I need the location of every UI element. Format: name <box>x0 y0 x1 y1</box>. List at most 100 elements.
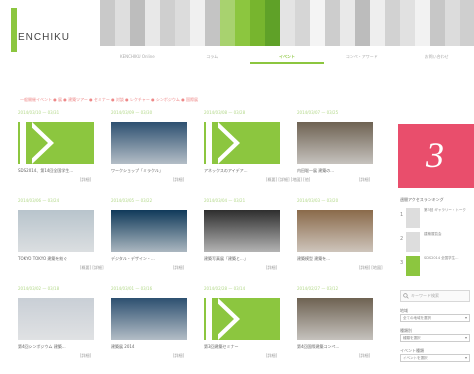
nav-item-3[interactable]: コンペ・アワード <box>324 50 399 64</box>
ranking-item[interactable]: 2 建築展覧会 <box>400 232 472 254</box>
header-stripe <box>310 0 325 46</box>
event-title[interactable]: 建築模型 建築を... <box>297 256 357 262</box>
event-title[interactable]: 建築展 2014 <box>111 344 171 350</box>
k-logo-shape <box>26 122 48 164</box>
site-logo[interactable]: ENCHIKU <box>4 2 99 52</box>
header-stripe <box>265 0 280 46</box>
event-detail-link[interactable]: [詳細] <box>80 353 91 359</box>
event-detail-link[interactable]: [詳細] <box>359 353 370 359</box>
category-filter-text[interactable]: 一般開催イベント ● 展 ● 建築ツアー ● セミナー ● 対談 ● レクチャー… <box>20 96 198 104</box>
event-title[interactable]: ワークショップ「ミラクル」 <box>111 168 171 174</box>
event-date: 2014/03/04 — 03/21 <box>204 198 246 203</box>
filter-select[interactable]: 種類を選択 <box>400 334 470 342</box>
badge-number: 3 <box>426 135 444 175</box>
event-thumbnail[interactable] <box>18 210 94 252</box>
nav-item-0[interactable]: KENCHIKU Online <box>100 50 175 64</box>
category-filter-bar[interactable]: 一般開催イベント ● 展 ● 建築ツアー ● セミナー ● 対談 ● レクチャー… <box>20 96 380 104</box>
nav-item-1[interactable]: コラム <box>175 50 250 64</box>
filter-select[interactable]: イベントを選択 <box>400 354 470 362</box>
promo-badge[interactable]: 3 <box>398 124 474 188</box>
logo-text: ENCHIKU <box>18 32 71 43</box>
event-card[interactable]: 2014/03/04 — 03/21 建築写真展「建築と...」 [詳細] <box>204 198 294 278</box>
ranking-thumbnail[interactable] <box>406 256 420 276</box>
event-date: 2014/03/07 — 03/25 <box>297 110 339 115</box>
event-detail-link[interactable]: [詳細] <box>173 353 184 359</box>
ranking-title[interactable]: 第3回 ギャラリー・トーク <box>424 208 470 213</box>
search-placeholder: キーワード検索 <box>411 293 439 298</box>
event-thumbnail[interactable] <box>111 210 187 252</box>
nav-item-2[interactable]: イベント <box>249 50 325 64</box>
header-stripe <box>280 0 295 46</box>
event-date: 2014/03/10 — 03/31 <box>18 110 60 115</box>
ranking-number: 3 <box>400 260 404 266</box>
event-date: 2014/03/02 — 03/18 <box>18 286 60 291</box>
event-title[interactable]: SDS2014、第14回全国学生... <box>18 168 78 174</box>
event-card[interactable]: 2014/03/09 — 03/30 ワークショップ「ミラクル」 [詳細] <box>111 110 201 190</box>
event-card[interactable]: 2014/03/10 — 03/31 SDS2014、第14回全国学生... [詳細… <box>18 110 108 190</box>
event-detail-link[interactable]: [詳細] [地図] <box>359 265 383 271</box>
header-stripe <box>160 0 175 46</box>
ranking-number: 2 <box>400 236 404 242</box>
event-thumbnail[interactable] <box>18 122 94 164</box>
header-stripe <box>460 0 474 46</box>
event-thumbnail[interactable] <box>297 298 373 340</box>
event-thumbnail[interactable] <box>297 210 373 252</box>
ranking-title[interactable]: 建築展覧会 <box>424 232 470 237</box>
site-header: ENCHIKU <box>0 0 474 52</box>
event-date: 2014/03/03 — 03/20 <box>297 198 339 203</box>
event-thumbnail[interactable] <box>297 122 373 164</box>
event-detail-link[interactable]: [詳細] <box>173 177 184 183</box>
event-thumbnail[interactable] <box>204 122 280 164</box>
event-card[interactable]: 2014/02/28 — 03/14 第3回建築セミナー [詳細] <box>204 286 294 366</box>
event-title[interactable]: デジタル・デザイン・... <box>111 256 171 262</box>
ranking-item[interactable]: 1 第3回 ギャラリー・トーク <box>400 208 472 230</box>
filter-select[interactable]: 全ての地域を選択 <box>400 314 470 322</box>
event-title[interactable]: 第3回建築セミナー <box>204 344 264 350</box>
event-title[interactable]: 内田聡一展 建築の... <box>297 168 357 174</box>
ranking-thumbnail[interactable] <box>406 208 420 228</box>
event-title[interactable]: アネックスのアイデア... <box>204 168 264 174</box>
event-detail-link[interactable]: [詳細] <box>80 177 91 183</box>
event-card[interactable]: 2014/03/07 — 03/25 内田聡一展 建築の... [詳細] <box>297 110 387 190</box>
event-card[interactable]: 2014/03/02 — 03/18 第4回シンポジウム 建築... [詳細] <box>18 286 108 366</box>
event-card[interactable]: 2014/03/08 — 03/28 アネックスのアイデア... [概要] [詳細]… <box>204 110 310 190</box>
header-stripe <box>325 0 340 46</box>
event-card[interactable]: 2014/03/05 — 03/22 デジタル・デザイン・... [詳細] <box>111 198 201 278</box>
event-detail-link[interactable]: [詳細] <box>266 353 277 359</box>
ranking-number: 1 <box>400 212 404 218</box>
search-box[interactable]: キーワード検索 <box>400 290 470 302</box>
event-title[interactable]: 建築写真展「建築と...」 <box>204 256 264 262</box>
header-stripe <box>295 0 310 46</box>
event-date: 2014/03/06 — 03/24 <box>18 198 60 203</box>
ranking-title[interactable]: SDS2014 全国学生... <box>424 256 470 261</box>
event-detail-link[interactable]: [詳細] <box>359 177 370 183</box>
header-color-stripes <box>100 0 474 46</box>
event-thumbnail[interactable] <box>204 298 280 340</box>
header-stripe <box>370 0 385 46</box>
event-thumbnail[interactable] <box>111 122 187 164</box>
event-card[interactable]: 2014/03/03 — 03/20 建築模型 建築を... [詳細] [地図] <box>297 198 387 278</box>
event-title[interactable]: TOKYO TOKYO 建築を紡ぐ <box>18 256 78 262</box>
event-detail-link[interactable]: [詳細] <box>173 265 184 271</box>
event-card[interactable]: 2014/02/27 — 03/12 第4回国際建築コンペ... [詳細] <box>297 286 387 366</box>
event-title[interactable]: 第4回シンポジウム 建築... <box>18 344 78 350</box>
event-detail-link[interactable]: [概要] [詳細] <box>80 265 104 271</box>
event-thumbnail[interactable] <box>18 298 94 340</box>
event-date: 2014/02/28 — 03/14 <box>204 286 246 291</box>
header-stripe <box>415 0 430 46</box>
ranking-item[interactable]: 3 SDS2014 全国学生... <box>400 256 472 278</box>
header-stripe <box>205 0 220 46</box>
event-card[interactable]: 2014/03/06 — 03/24 TOKYO TOKYO 建築を紡ぐ [概要] … <box>18 198 108 278</box>
nav-item-4[interactable]: お問い合わせ <box>399 50 474 64</box>
event-thumbnail[interactable] <box>204 210 280 252</box>
header-stripe <box>235 0 250 46</box>
event-detail-link[interactable]: [詳細] <box>266 265 277 271</box>
event-title[interactable]: 第4回国際建築コンペ... <box>297 344 357 350</box>
event-thumbnail[interactable] <box>111 298 187 340</box>
header-stripe <box>190 0 205 46</box>
header-stripe <box>115 0 130 46</box>
event-card[interactable]: 2014/03/01 — 03/16 建築展 2014 [詳細] <box>111 286 201 366</box>
event-date: 2014/03/01 — 03/16 <box>111 286 153 291</box>
event-date: 2014/03/05 — 03/22 <box>111 198 153 203</box>
ranking-thumbnail[interactable] <box>406 232 420 252</box>
